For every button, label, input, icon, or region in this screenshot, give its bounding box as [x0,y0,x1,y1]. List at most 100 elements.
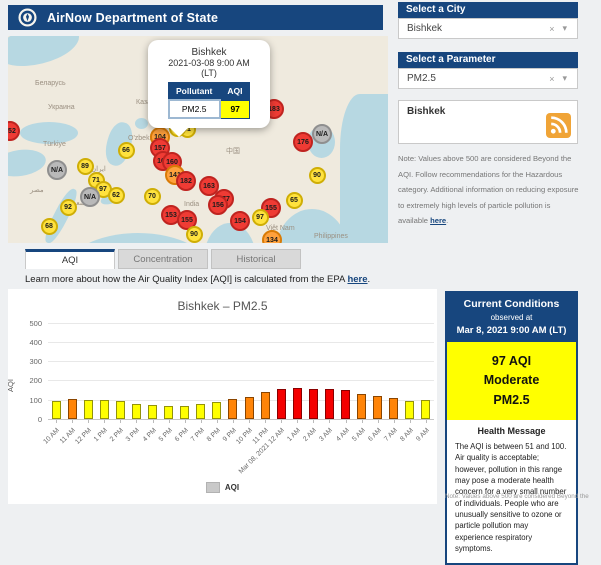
current-aqi-category: Moderate [483,373,540,388]
chart-bar[interactable] [244,396,254,419]
aqi-map-marker[interactable]: 154 [230,211,250,231]
popup-aqi-value: 97 [219,99,251,119]
aqi-map-marker[interactable]: 90 [185,225,203,243]
map-country-label: Türkiye [43,141,66,148]
tab-bar: AQI Concentration Historical [25,249,301,269]
water-shape [340,94,388,243]
x-axis-tick [329,420,331,423]
aqi-map-marker[interactable]: N/A [312,124,332,144]
observed-at-label: observed at [490,313,533,322]
chart-bar[interactable] [405,400,415,419]
y-axis-tick: 200 [29,376,42,386]
aqi-map-marker[interactable]: 92 [59,198,77,216]
chart-bar[interactable] [421,400,431,419]
chart-bar[interactable] [51,400,61,419]
chart-bar[interactable] [180,405,190,419]
aqi-map-marker[interactable]: 68 [40,217,58,235]
x-axis-tick [281,420,283,423]
water-shape [8,146,48,180]
chart-bar[interactable] [196,404,206,419]
aqi-map-marker[interactable]: 70 [143,187,161,205]
chart-bar[interactable] [357,393,367,419]
x-axis-tick [56,420,58,423]
x-axis-tick [265,420,267,423]
parameter-select-value: PM2.5 [407,73,436,84]
chart-legend[interactable]: AQI [8,482,437,493]
city-select[interactable]: Bishkek × ▾ [398,18,578,39]
aqi-map-marker[interactable]: 134 [262,230,282,243]
aqi-map-marker[interactable]: 152 [8,121,20,141]
chevron-down-icon[interactable]: ▾ [558,23,571,34]
x-axis-tick [393,420,395,423]
beyond-aqi-note: Note: Values above 500 are considered Be… [445,493,589,500]
clear-icon[interactable]: × [545,74,558,84]
aqi-map-marker[interactable]: 62 [107,186,125,204]
popup-datetime-lt: (LT) [201,68,217,78]
x-axis-tick [249,420,251,423]
chart-bar[interactable] [341,389,351,419]
map-country-label: 中国 [226,148,240,155]
chart-bar[interactable] [228,398,238,419]
chart-bar[interactable] [164,406,174,419]
feed-city-label: Bishkek [407,106,446,117]
chart-bar[interactable] [373,396,383,419]
chart-bar[interactable] [260,391,270,419]
gridline [48,361,434,363]
aqi-map-marker[interactable]: N/A [47,160,67,180]
aqi-map-marker[interactable]: N/A [80,187,100,207]
water-shape [135,118,148,129]
chart-bar[interactable] [83,400,93,419]
legend-label: AQI [224,483,240,492]
aqi-map-marker[interactable]: 182 [176,171,196,191]
y-axis-tick: 500 [29,318,42,328]
chart-bar[interactable] [148,405,158,419]
tab-historical[interactable]: Historical [211,249,301,269]
chart-bar[interactable] [99,400,109,419]
chart-bar[interactable] [308,388,318,419]
chart-bar[interactable] [67,398,77,419]
popup-table: Pollutant AQI PM2.5 97 [167,82,251,119]
popup-pollutant-value: PM2.5 [167,99,221,119]
aqi-map-marker[interactable]: 90 [308,166,326,184]
tab-aqi[interactable]: AQI [25,249,115,269]
aqi-map-marker[interactable]: 156 [208,195,228,215]
rss-icon[interactable] [546,113,571,138]
gridline [48,419,434,420]
chevron-down-icon[interactable]: ▾ [558,73,571,84]
aqi-map-marker[interactable]: 176 [293,132,313,152]
chart-bar[interactable] [212,401,222,419]
chart-bar[interactable] [389,397,399,419]
current-aqi-block: 97 AQI Moderate PM2.5 [447,342,576,421]
tab-concentration[interactable]: Concentration [118,249,208,269]
popup-datetime: 2021-03-08 9:00 AM [168,58,250,68]
chart-bar[interactable] [115,401,125,419]
x-axis-tick [409,420,411,423]
parameter-select[interactable]: PM2.5 × ▾ [398,68,578,89]
epa-info-text: Learn more about how the Air Quality Ind… [25,274,348,285]
map-country-label: Украина [48,104,75,111]
x-axis-tick [168,420,170,423]
water-shape [8,36,84,74]
legend-swatch [205,482,220,493]
aqi-map-marker[interactable]: 89 [76,157,94,175]
chart-bar[interactable] [276,389,286,419]
aqi-map-marker[interactable]: 65 [285,191,303,209]
chart-bar[interactable] [131,403,141,419]
aqi-map-marker[interactable]: 97 [251,208,269,226]
observed-datetime: Mar 8, 2021 9:00 AM (LT) [456,325,567,336]
sidebar-note: Note: Values above 500 are considered Be… [398,151,582,229]
y-axis-tick: 300 [29,357,42,367]
sidebar-note-link[interactable]: here [430,216,446,225]
epa-info-link[interactable]: here [347,274,367,285]
map-country-label: India [184,201,200,208]
chart-bar[interactable] [324,389,334,419]
map-country-label: Беларусь [35,80,66,87]
gridline [48,322,434,324]
clear-icon[interactable]: × [545,24,558,34]
x-axis-tick [136,420,138,423]
aqi-map-marker[interactable]: 66 [117,141,135,159]
aqi-world-map[interactable]: БеларусьУкраинаКазахстанTürkiyeO'zbekist… [8,36,388,243]
health-message-title: Health Message [477,426,546,437]
x-axis-tick [88,420,90,423]
chart-bar[interactable] [292,388,302,419]
